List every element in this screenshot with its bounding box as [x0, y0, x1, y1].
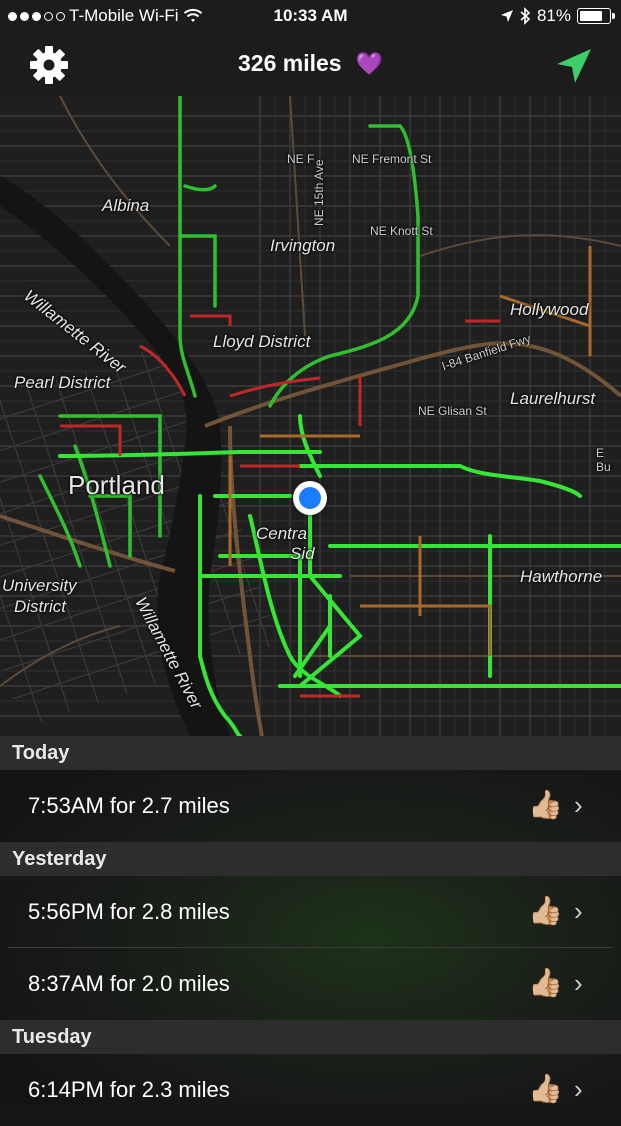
battery-icon — [577, 8, 615, 24]
section-header-tuesday: Tuesday — [0, 1020, 621, 1054]
map-label-district: District — [14, 597, 66, 616]
ride-map[interactable]: Albina Irvington Willamette River Lloyd … — [0, 96, 621, 736]
map-label-irvington: Irvington — [270, 236, 336, 255]
map-label-hawthorne: Hawthorne — [520, 567, 603, 586]
location-arrow-icon[interactable] — [554, 46, 594, 86]
trip-summary: 7:53AM for 2.7 miles — [28, 793, 230, 818]
battery-fill — [580, 11, 602, 21]
map-label-ne-fremont: NE Fremont St — [352, 152, 432, 166]
status-bar: T-Mobile Wi-Fi 10:33 AM 81% — [0, 0, 621, 34]
current-location-marker — [293, 481, 327, 515]
map-label-university: University — [2, 576, 77, 595]
map-label-ne-f: NE F — [287, 152, 315, 166]
map-label-ne-15th: NE 15th Ave — [312, 159, 326, 227]
bluetooth-icon — [520, 7, 531, 25]
location-services-icon — [500, 10, 513, 22]
battery-percent: 81% — [536, 6, 571, 25]
map-label-albina: Albina — [102, 196, 150, 215]
total-miles: 326 miles — [238, 50, 342, 76]
map-label-ne-glisan: NE Glisan St — [418, 404, 487, 418]
trip-row[interactable]: 6:14PM for 2.3 miles 👍🏼 › — [0, 1054, 621, 1126]
map-label-laurelhurst: Laurelhurst — [510, 389, 596, 408]
map-label-e-burnside: E Bu — [596, 446, 611, 474]
chevron-right-icon: › — [574, 896, 583, 926]
map-canvas — [0, 96, 621, 736]
map-label-lloyd-district: Lloyd District — [213, 332, 311, 351]
purple-heart-icon: 💜 — [355, 51, 383, 76]
navigation-bar: 326 miles 💜 — [0, 34, 621, 97]
map-label-hollywood: Hollywood — [510, 300, 589, 319]
trip-list[interactable]: Today 7:53AM for 2.7 miles 👍🏼 › Yesterda… — [0, 736, 621, 1104]
trip-summary: 5:56PM for 2.8 miles — [28, 899, 230, 924]
trip-summary: 6:14PM for 2.3 miles — [28, 1077, 230, 1102]
trip-row[interactable]: 7:53AM for 2.7 miles 👍🏼 › — [0, 770, 621, 842]
section-header-yesterday: Yesterday — [0, 842, 621, 876]
trip-summary: 8:37AM for 2.0 miles — [28, 971, 230, 996]
trip-row[interactable]: 5:56PM for 2.8 miles 👍🏼 › — [0, 876, 621, 948]
thumbs-up-icon: 👍🏼 — [528, 967, 563, 998]
total-distance-title: 326 miles 💜 — [0, 50, 621, 77]
thumbs-up-icon: 👍🏼 — [528, 895, 563, 926]
thumbs-up-icon: 👍🏼 — [528, 789, 563, 820]
chevron-right-icon: › — [574, 968, 583, 998]
status-right: 81% — [500, 6, 615, 26]
trip-row[interactable]: 8:37AM for 2.0 miles 👍🏼 › — [0, 948, 621, 1020]
section-header-today: Today — [0, 736, 621, 770]
chevron-right-icon: › — [574, 1074, 583, 1104]
map-label-side: Sid — [290, 544, 315, 563]
map-label-ne-knott: NE Knott St — [370, 224, 433, 238]
map-label-central: Centra — [256, 524, 308, 543]
map-label-portland: Portland — [68, 470, 165, 500]
thumbs-up-icon: 👍🏼 — [528, 1073, 563, 1104]
map-label-pearl-district: Pearl District — [14, 373, 111, 392]
chevron-right-icon: › — [574, 790, 583, 820]
